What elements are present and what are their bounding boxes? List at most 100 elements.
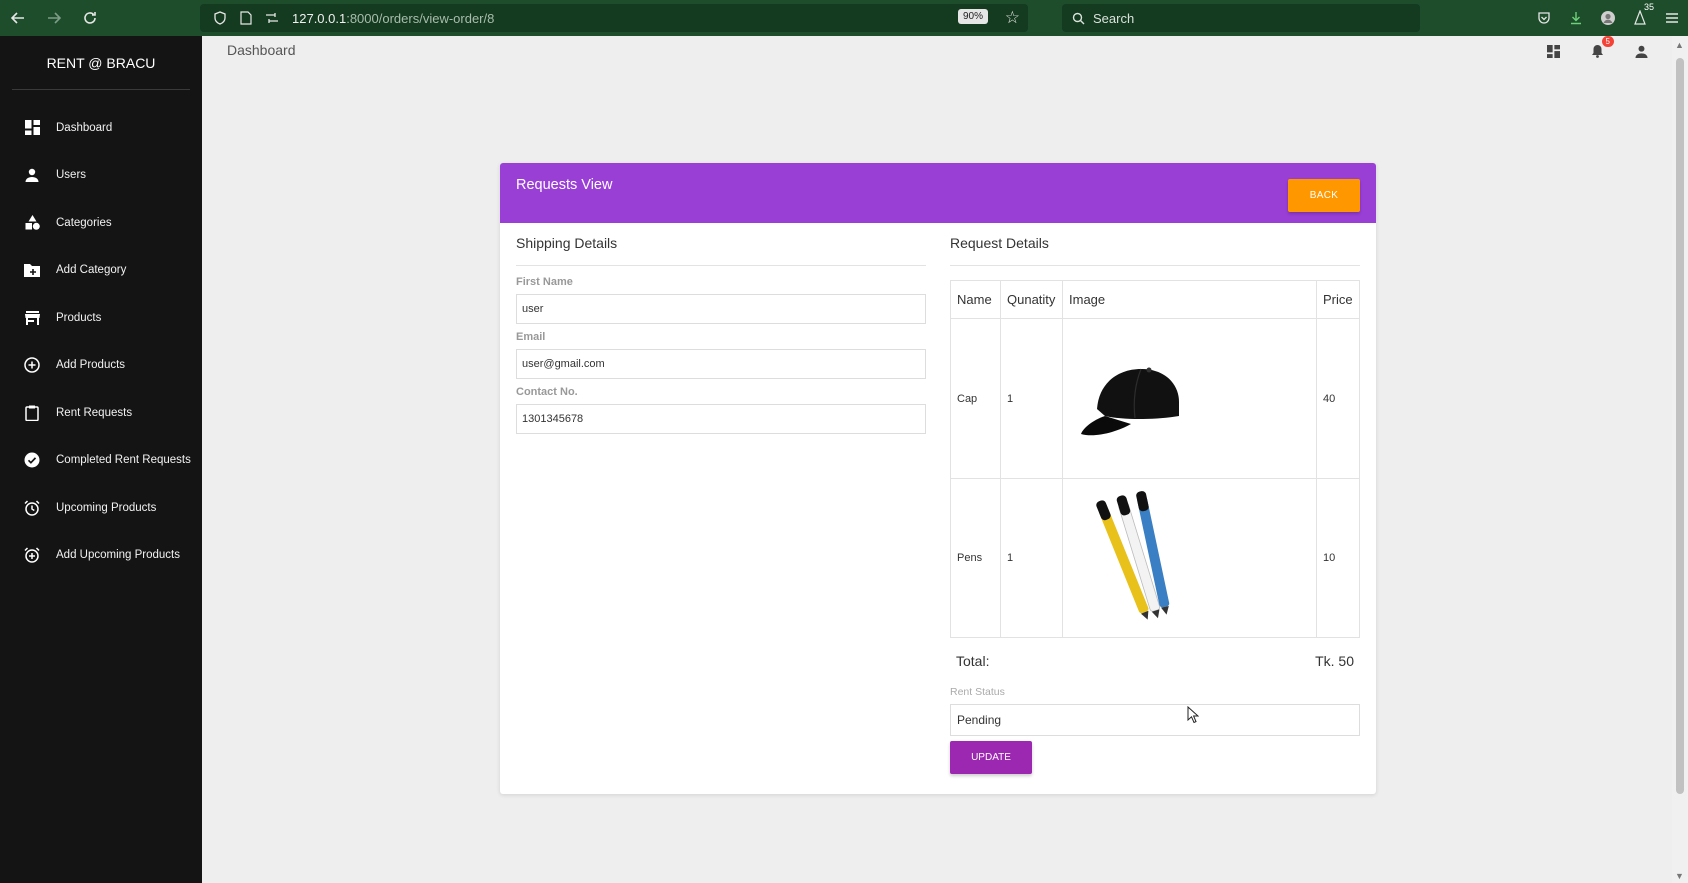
card-title: Requests View bbox=[516, 177, 613, 193]
sidebar-item-label: Add Products bbox=[56, 359, 126, 372]
browser-toolbar: 127.0.0.1:8000/orders/view-order/8 90% ☆… bbox=[0, 0, 1688, 36]
item-quantity: 1 bbox=[1000, 318, 1063, 479]
request-items-table: Name Qunatity Image Price Cap 1 40 Pens … bbox=[950, 280, 1360, 638]
url-text[interactable]: 127.0.0.1:8000/orders/view-order/8 bbox=[292, 11, 494, 26]
clipboard-icon bbox=[22, 403, 42, 423]
url-host: 127.0.0.1 bbox=[292, 10, 347, 26]
contact-field[interactable] bbox=[516, 404, 926, 434]
item-price: 10 bbox=[1316, 478, 1360, 638]
page-scrollbar[interactable]: ▲ ▼ bbox=[1672, 36, 1688, 883]
add-folder-icon bbox=[22, 260, 42, 280]
store-icon bbox=[22, 308, 42, 328]
url-path: :8000/orders/view-order/8 bbox=[346, 10, 495, 26]
sidebar-item-users[interactable]: Users bbox=[0, 152, 202, 200]
mouse-cursor-icon bbox=[1187, 705, 1200, 729]
extension-badge: 35 bbox=[1643, 2, 1654, 12]
sidebar-item-add-products[interactable]: Add Products bbox=[0, 342, 202, 390]
download-icon[interactable] bbox=[1560, 0, 1592, 36]
menu-hamburger-icon[interactable] bbox=[1656, 0, 1688, 36]
column-header-image: Image bbox=[1062, 280, 1317, 319]
sidebar-item-upcoming-products[interactable]: Upcoming Products bbox=[0, 484, 202, 532]
scroll-up-arrow-icon[interactable]: ▲ bbox=[1675, 40, 1684, 50]
sidebar-item-rent-requests[interactable]: Rent Requests bbox=[0, 389, 202, 437]
scroll-down-arrow-icon[interactable]: ▼ bbox=[1675, 871, 1684, 881]
column-header-price: Price bbox=[1316, 280, 1360, 319]
pocket-icon[interactable] bbox=[1528, 0, 1560, 36]
pens-image bbox=[1062, 478, 1317, 638]
reload-icon[interactable] bbox=[72, 0, 108, 36]
main-header: Dashboard 5 bbox=[202, 36, 1672, 76]
extension-icon[interactable]: 35 bbox=[1624, 0, 1656, 36]
alarm-add-icon bbox=[22, 545, 42, 565]
cap-image bbox=[1062, 318, 1317, 479]
breadcrumb[interactable]: Dashboard bbox=[227, 42, 296, 58]
check-circle-icon bbox=[22, 450, 42, 470]
sidebar-item-products[interactable]: Products bbox=[0, 294, 202, 342]
rent-status-value: Pending bbox=[957, 713, 1002, 727]
sidebar-item-categories[interactable]: Categories bbox=[0, 199, 202, 247]
account-icon[interactable] bbox=[1592, 0, 1624, 36]
browser-search-input[interactable]: Search bbox=[1062, 4, 1420, 32]
item-name: Cap bbox=[950, 318, 1001, 479]
total-label: Total: bbox=[956, 653, 990, 669]
first-name-field[interactable] bbox=[516, 294, 926, 324]
sidebar-nav: Dashboard Users Categories Add Category … bbox=[0, 104, 202, 579]
request-details-section: Request Details Name Qunatity Image Pric… bbox=[950, 235, 1360, 774]
notification-badge: 5 bbox=[1601, 36, 1614, 47]
back-arrow-icon[interactable] bbox=[0, 0, 36, 36]
item-price: 40 bbox=[1316, 318, 1360, 479]
table-header-row: Name Qunatity Image Price bbox=[950, 280, 1360, 319]
shipping-details-title: Shipping Details bbox=[516, 235, 926, 266]
shield-icon bbox=[210, 8, 230, 28]
requests-view-card: Requests View BACK Shipping Details Firs… bbox=[500, 163, 1376, 794]
scroll-thumb[interactable] bbox=[1676, 58, 1684, 794]
bookmark-star-icon[interactable]: ☆ bbox=[1005, 8, 1020, 28]
total-value: Tk. 50 bbox=[1315, 653, 1354, 669]
column-header-name: Name bbox=[950, 280, 1001, 319]
sidebar-item-label: Upcoming Products bbox=[56, 501, 157, 514]
browser-extensions: 35 bbox=[1528, 0, 1688, 36]
card-header: Requests View BACK bbox=[500, 163, 1376, 223]
sidebar-item-label: Completed Rent Requests bbox=[56, 454, 191, 467]
permissions-icon[interactable] bbox=[262, 8, 282, 28]
sidebar-item-label: Products bbox=[56, 311, 102, 324]
sidebar-item-label: Add Upcoming Products bbox=[56, 549, 181, 562]
email-label: Email bbox=[516, 331, 546, 343]
email-field[interactable] bbox=[516, 349, 926, 379]
first-name-label: First Name bbox=[516, 276, 573, 288]
brand-title[interactable]: RENT @ BRACU bbox=[12, 36, 190, 90]
shipping-details-section: Shipping Details First Name Email Contac… bbox=[516, 235, 926, 441]
add-circle-icon bbox=[22, 355, 42, 375]
page-icon bbox=[236, 8, 256, 28]
rent-status-select[interactable]: Pending bbox=[950, 704, 1360, 736]
header-actions: 5 bbox=[1544, 36, 1650, 60]
address-bar[interactable]: 127.0.0.1:8000/orders/view-order/8 90% ☆ bbox=[200, 4, 1028, 32]
sidebar-item-completed-rent-requests[interactable]: Completed Rent Requests bbox=[0, 437, 202, 485]
item-quantity: 1 bbox=[1000, 478, 1063, 638]
dashboard-icon bbox=[22, 118, 42, 138]
zoom-badge[interactable]: 90% bbox=[957, 9, 988, 24]
user-profile-icon[interactable] bbox=[1632, 42, 1650, 60]
sidebar-item-label: Add Category bbox=[56, 264, 127, 277]
search-placeholder: Search bbox=[1093, 10, 1135, 26]
column-header-quantity: Qunatity bbox=[1000, 280, 1063, 319]
update-button[interactable]: UPDATE bbox=[950, 741, 1032, 774]
sidebar: RENT @ BRACU Dashboard Users Categories … bbox=[0, 36, 202, 883]
dashboard-icon[interactable] bbox=[1544, 42, 1562, 60]
contact-label: Contact No. bbox=[516, 386, 578, 398]
alarm-icon bbox=[22, 498, 42, 518]
sidebar-item-add-category[interactable]: Add Category bbox=[0, 247, 202, 295]
sidebar-item-label: Dashboard bbox=[56, 121, 113, 134]
sidebar-item-add-upcoming-products[interactable]: Add Upcoming Products bbox=[0, 532, 202, 580]
sidebar-item-dashboard[interactable]: Dashboard bbox=[0, 104, 202, 152]
sidebar-item-label: Users bbox=[56, 169, 87, 182]
notifications-bell-icon[interactable]: 5 bbox=[1588, 36, 1614, 60]
forward-arrow-icon[interactable] bbox=[36, 0, 72, 36]
sidebar-item-label: Categories bbox=[56, 216, 112, 229]
table-row: Cap 1 40 bbox=[950, 318, 1360, 479]
table-row: Pens 1 10 bbox=[950, 478, 1360, 638]
rent-status-label: Rent Status bbox=[950, 686, 1005, 698]
item-name: Pens bbox=[950, 478, 1001, 638]
search-icon bbox=[1072, 12, 1085, 24]
back-button[interactable]: BACK bbox=[1288, 179, 1360, 212]
